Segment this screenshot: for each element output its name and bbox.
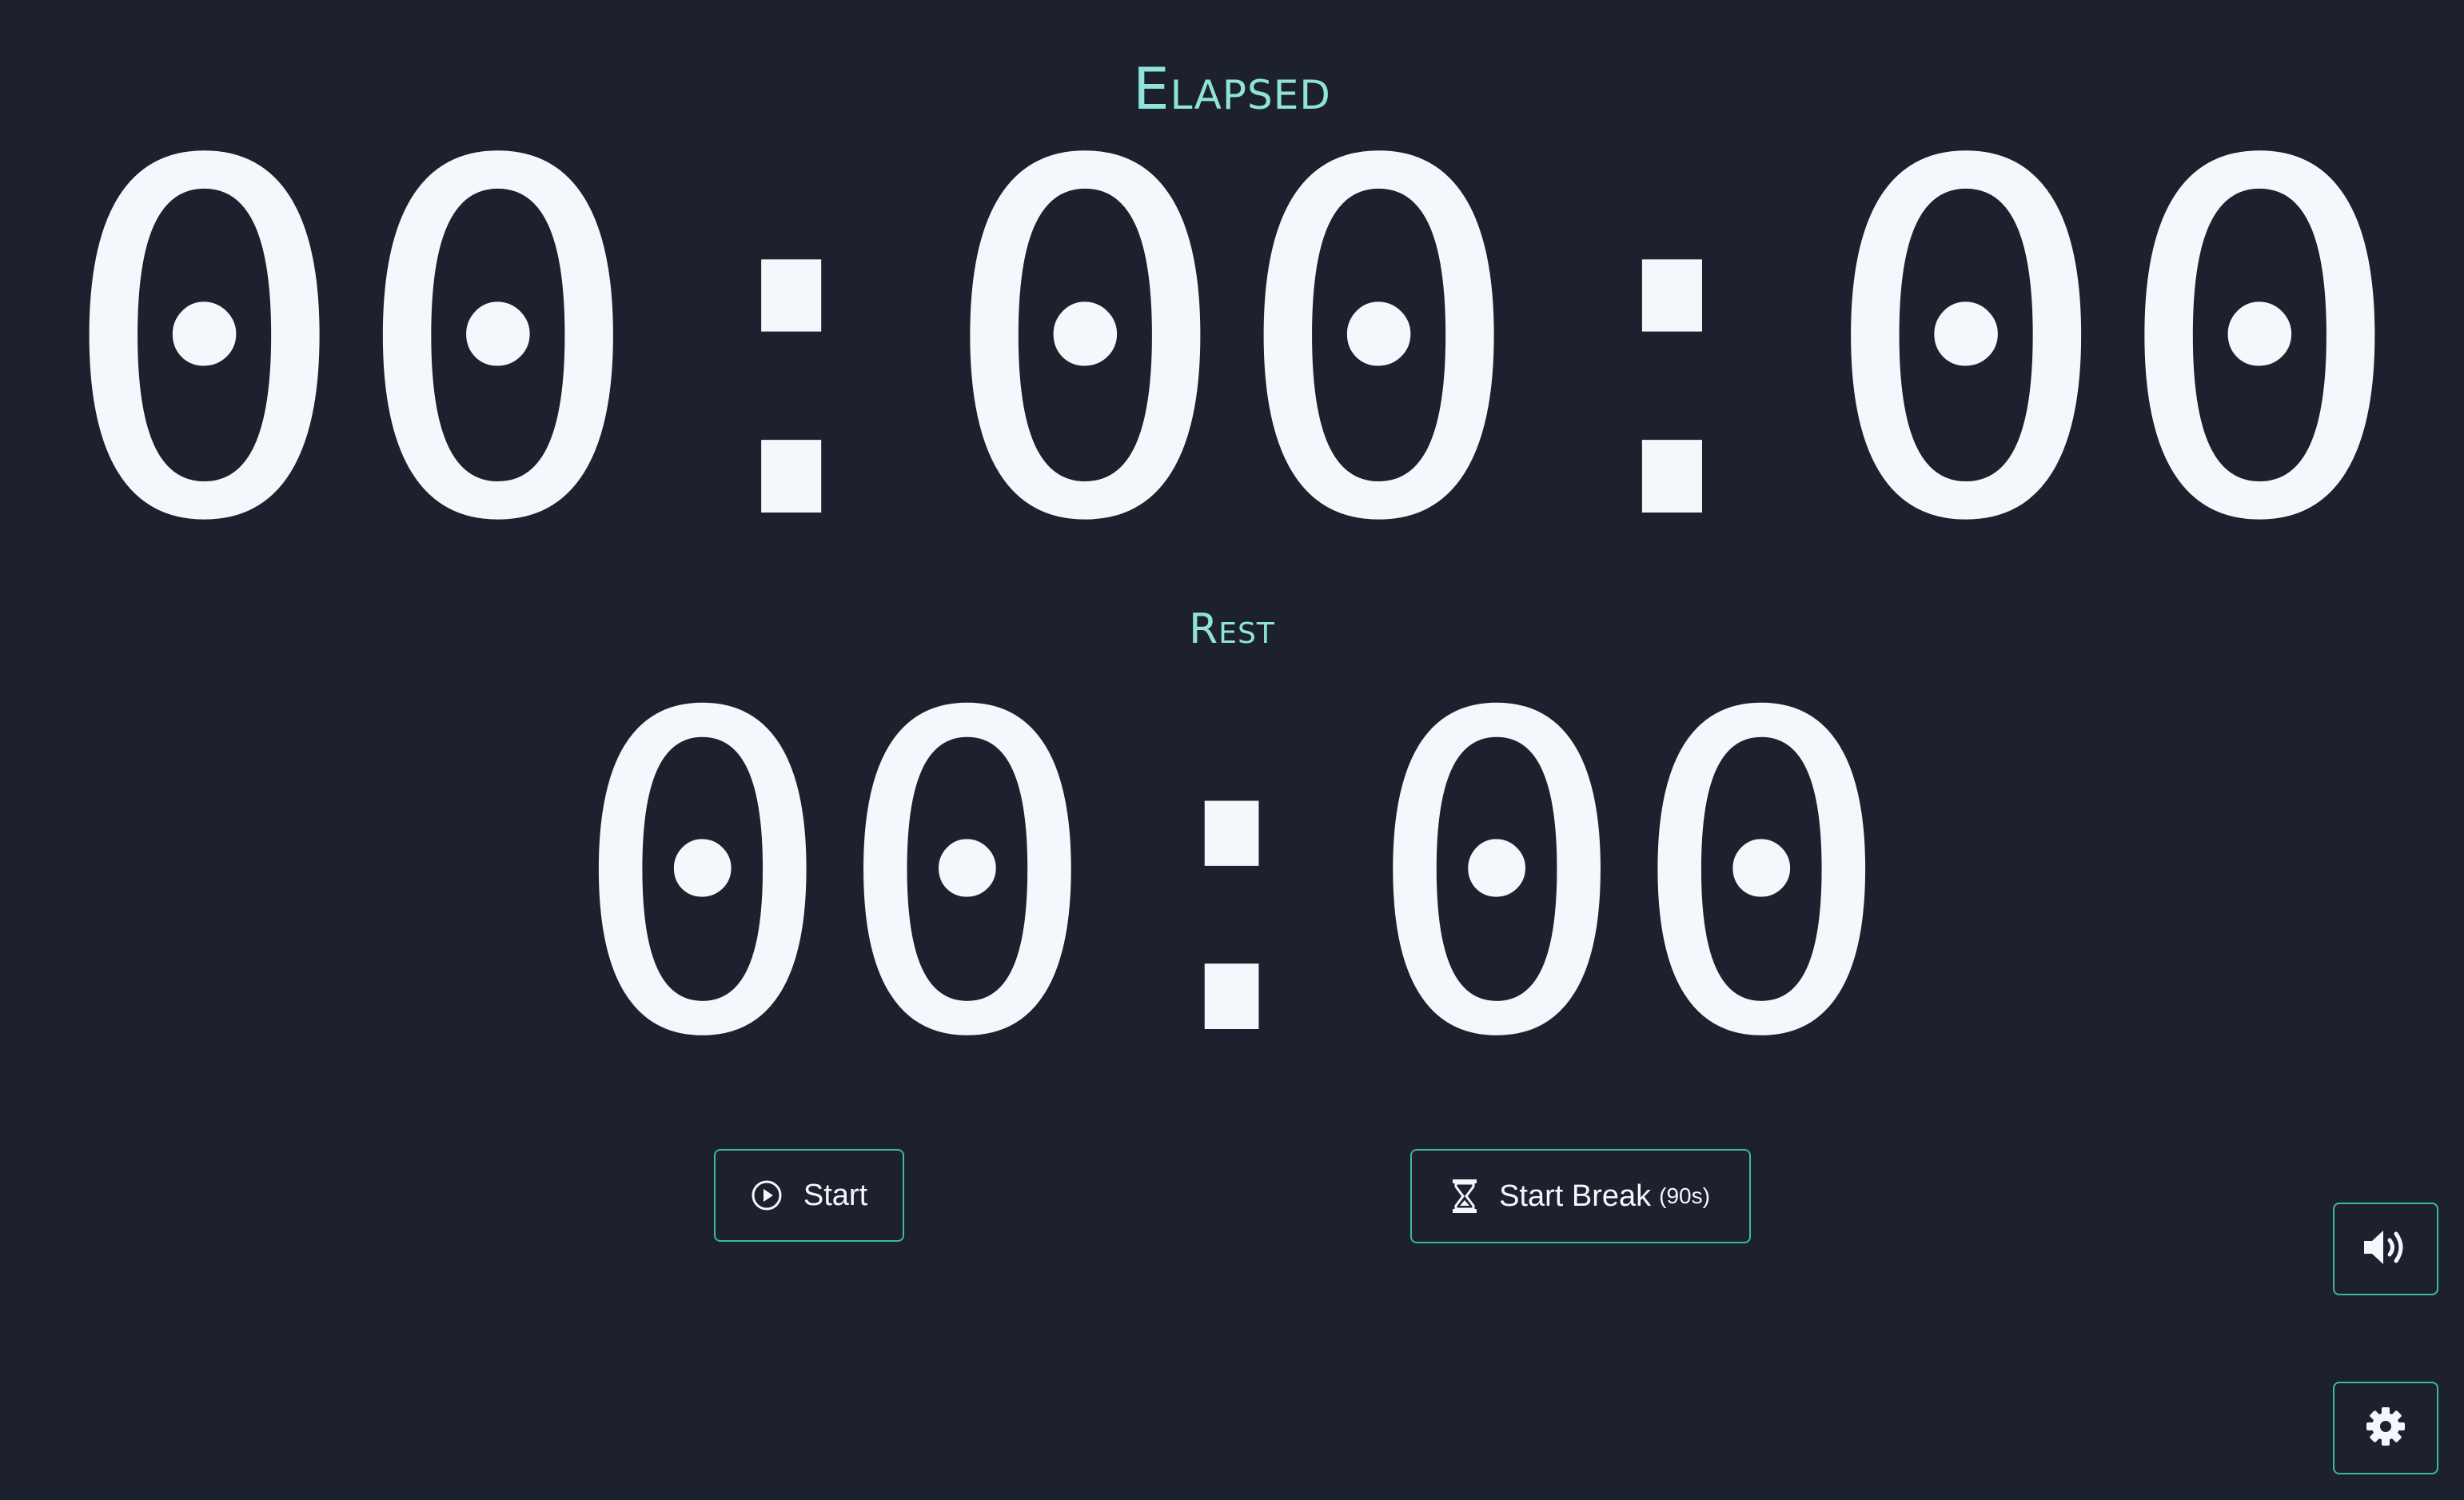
volume-icon <box>2361 1227 2410 1272</box>
start-button-label: Start <box>803 1178 868 1212</box>
break-duration: (90s) <box>1659 1183 1710 1208</box>
rest-time-display: 00:00 <box>570 620 1894 1133</box>
hourglass-icon <box>1451 1179 1478 1214</box>
start-break-label: Start Break <box>1499 1179 1652 1213</box>
elapsed-time-display: 00:00:00 <box>57 60 2406 628</box>
start-break-button[interactable]: Start Break (90s) <box>1410 1149 1751 1243</box>
play-circle-icon <box>751 1179 783 1211</box>
sound-toggle-button[interactable] <box>2333 1203 2438 1295</box>
settings-button[interactable] <box>2333 1382 2438 1474</box>
start-button[interactable]: Start <box>714 1149 904 1242</box>
gear-icon <box>2365 1406 2406 1451</box>
